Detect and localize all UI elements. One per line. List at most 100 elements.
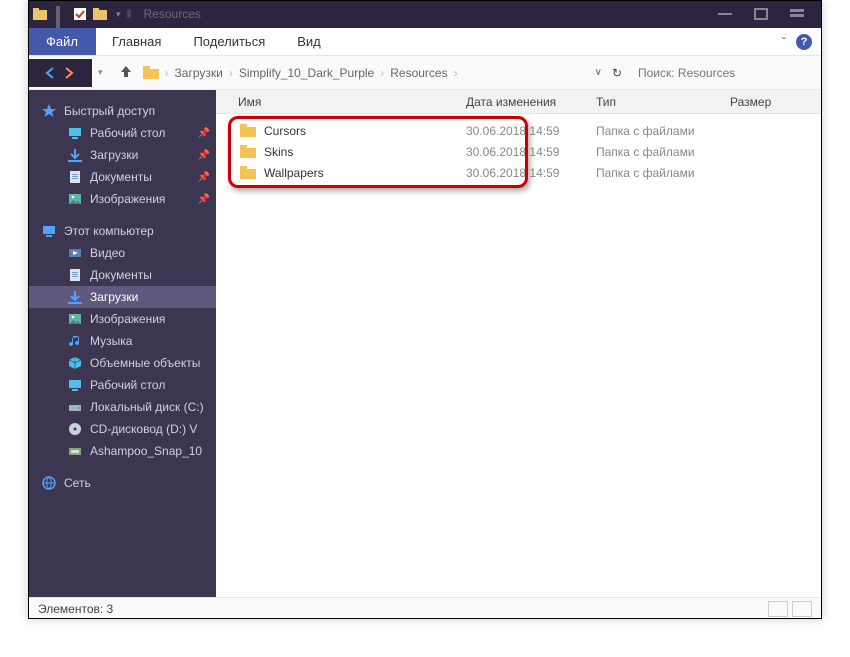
sidebar-item[interactable]: Загрузки [28, 286, 216, 308]
document-icon [68, 268, 82, 282]
content-area: Имя Дата изменения Тип Размер Cursors 30.… [216, 90, 822, 597]
network-icon [42, 476, 56, 490]
body: Быстрый доступ Рабочий стол📌Загрузки📌Док… [28, 90, 822, 597]
ribbon-expand-icon[interactable]: ˇ [782, 35, 786, 49]
navigation-pane[interactable]: Быстрый доступ Рабочий стол📌Загрузки📌Док… [28, 90, 216, 597]
sidebar-item[interactable]: Изображения [28, 308, 216, 330]
sidebar-item-label: CD-дисковод (D:) V [90, 422, 197, 436]
document-icon [68, 170, 82, 184]
navigation-bar: ▾ › Загрузки › Simplify_10_Dark_Purple ›… [28, 56, 822, 90]
column-header-size[interactable]: Размер [730, 95, 810, 109]
title-bar[interactable]: ▾ ‖ Resources [28, 0, 822, 28]
search-input[interactable] [632, 62, 812, 84]
sidebar-item[interactable]: Рабочий стол📌 [28, 122, 216, 144]
chevron-right-icon[interactable]: › [454, 66, 458, 80]
sidebar-item[interactable]: Документы 📌 [28, 166, 216, 188]
properties-icon[interactable] [72, 6, 88, 22]
refresh-button[interactable]: ↻ [612, 66, 622, 80]
folder-row[interactable]: Cursors 30.06.2018 14:59Папка с файлами [216, 120, 822, 141]
breadcrumb-item[interactable]: Simplify_10_Dark_Purple [239, 66, 374, 80]
history-dropdown-icon[interactable]: ▾ [98, 67, 103, 78]
folder-row[interactable]: Wallpapers30.06.2018 14:59Папка с файлам… [216, 162, 822, 183]
folder-icon [240, 124, 256, 137]
desktop-icon [68, 126, 82, 140]
file-name: Cursors [264, 124, 306, 138]
file-list[interactable]: Cursors30.06.2018 14:59Папка с файламиSk… [216, 114, 822, 597]
star-icon [42, 104, 56, 118]
drive-icon [68, 400, 82, 414]
sidebar-item[interactable]: Рабочий стол [28, 374, 216, 396]
sidebar-item[interactable]: Ashampoo_Snap_10 [28, 440, 216, 462]
chevron-right-icon[interactable]: › [165, 66, 169, 80]
download-icon [68, 290, 82, 304]
this-pc-header[interactable]: Этот компьютер [28, 220, 216, 242]
folder-icon [143, 66, 159, 79]
download-icon [68, 148, 82, 162]
column-headers: Имя Дата изменения Тип Размер [216, 90, 822, 114]
back-button[interactable] [44, 66, 58, 80]
cd-icon [68, 422, 82, 436]
file-date: 30.06.2018 14:59 [466, 166, 596, 180]
sidebar-item-label: Рабочий стол [90, 378, 165, 392]
customize-qa-icon[interactable]: ▾ [116, 9, 121, 20]
up-button[interactable] [119, 64, 133, 81]
item-count: Элементов: 3 [38, 602, 113, 616]
new-folder-icon[interactable] [92, 6, 108, 22]
status-bar: Элементов: 3 [28, 597, 822, 619]
sidebar-item[interactable]: Загрузки📌 [28, 144, 216, 166]
sidebar-item-label: Документы [90, 268, 152, 282]
column-header-date[interactable]: Дата изменения [466, 95, 596, 109]
sidebar-item[interactable]: Локальный диск (C:) [28, 396, 216, 418]
sidebar-item[interactable]: Видео [28, 242, 216, 264]
sidebar-item-label: Видео [90, 246, 125, 260]
sidebar-item[interactable]: CD-дисковод (D:) V [28, 418, 216, 440]
tab-share[interactable]: Поделиться [177, 28, 281, 55]
pin-icon: 📌 [198, 172, 210, 183]
quick-access-header[interactable]: Быстрый доступ [28, 100, 216, 122]
sidebar-item[interactable]: Объемные объекты [28, 352, 216, 374]
file-name: Skins [264, 145, 293, 159]
thumbnails-view-button[interactable] [792, 601, 812, 617]
sidebar-item[interactable]: Документы [28, 264, 216, 286]
minimize-button[interactable] [718, 8, 736, 20]
forward-button[interactable] [62, 66, 76, 80]
file-date: 30.06.2018 14:59 [466, 124, 596, 138]
folder-row[interactable]: Skins 30.06.2018 14:59Папка с файлами [216, 141, 822, 162]
sidebar-item-label: Локальный диск (C:) [90, 400, 204, 414]
picture-icon [68, 192, 82, 206]
file-name: Wallpapers [264, 166, 324, 180]
address-dropdown-icon[interactable]: ∨ [595, 67, 602, 78]
column-header-type[interactable]: Тип [596, 95, 730, 109]
sidebar-item[interactable]: Музыка [28, 330, 216, 352]
chevron-right-icon[interactable]: › [229, 66, 233, 80]
sidebar-item-label: Загрузки [90, 290, 138, 304]
3d-icon [68, 356, 82, 370]
window-title: Resources [144, 7, 719, 21]
file-tab[interactable]: Файл [28, 28, 96, 55]
folder-icon [32, 6, 48, 22]
file-type: Папка с файлами [596, 145, 730, 159]
ribbon-bar: Файл Главная Поделиться Вид ˇ ? [28, 28, 822, 56]
breadcrumb-item[interactable]: Resources [390, 66, 447, 80]
sidebar-item[interactable]: Изображения📌 [28, 188, 216, 210]
nav-history-buttons [28, 59, 92, 87]
network-header[interactable]: Сеть [28, 472, 216, 494]
help-button[interactable]: ? [796, 34, 812, 50]
details-view-button[interactable] [768, 601, 788, 617]
sidebar-item-label: Документы [90, 170, 152, 184]
tab-view[interactable]: Вид [281, 28, 337, 55]
desktop-icon [68, 378, 82, 392]
file-date: 30.06.2018 14:59 [466, 145, 596, 159]
column-header-name[interactable]: Имя [216, 95, 466, 109]
close-button[interactable] [790, 8, 808, 20]
sidebar-item-label: Изображения [90, 312, 165, 326]
address-bar[interactable]: › Загрузки › Simplify_10_Dark_Purple › R… [143, 66, 458, 80]
tab-home[interactable]: Главная [96, 28, 177, 55]
quick-access-label: Быстрый доступ [64, 104, 155, 118]
maximize-button[interactable] [754, 8, 772, 20]
window-controls [718, 8, 808, 20]
breadcrumb-item[interactable]: Загрузки [175, 66, 223, 80]
quick-access-toolbar: ▾ ‖ [32, 6, 134, 22]
file-type: Папка с файлами [596, 124, 730, 138]
chevron-right-icon[interactable]: › [380, 66, 384, 80]
